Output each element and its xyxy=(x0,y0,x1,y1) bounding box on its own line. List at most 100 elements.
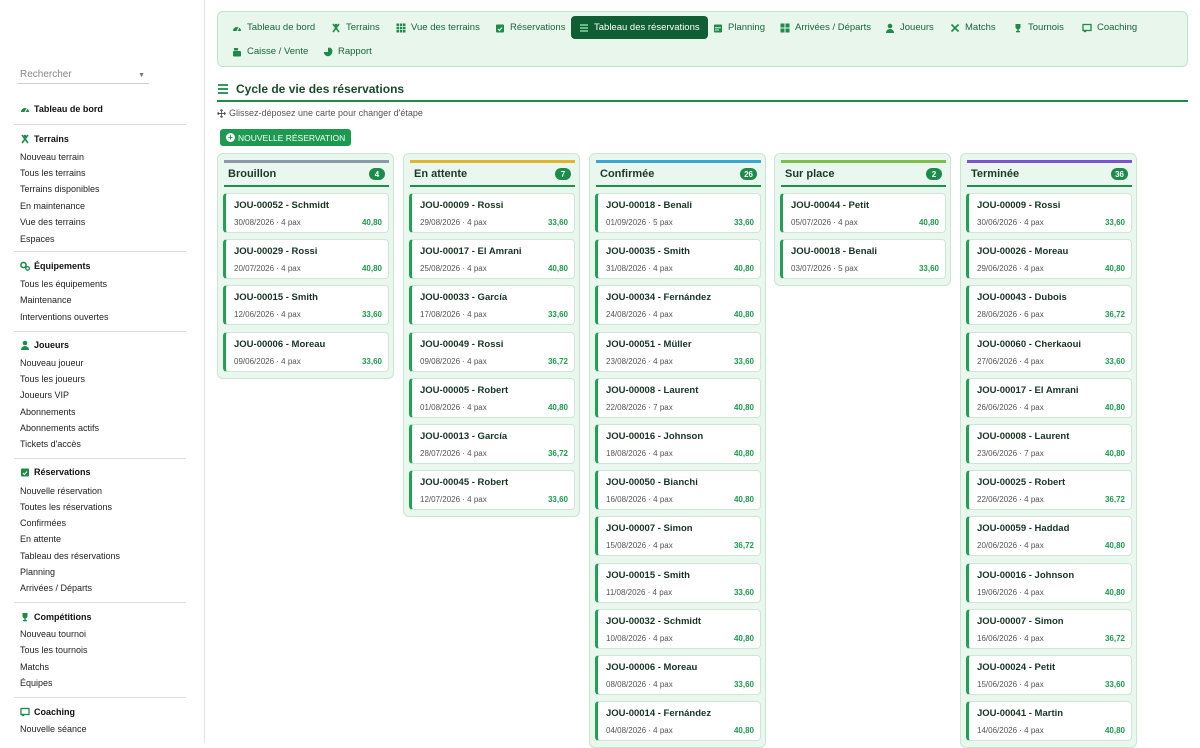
sidebar-item[interactable]: Tickets d'accès xyxy=(20,439,81,449)
reservation-card[interactable]: JOU-00050 - Bianchi 16/08/2026 · 4 pax 40,… xyxy=(595,470,761,511)
sidebar-item[interactable]: En maintenance xyxy=(20,201,85,211)
sidebar-item[interactable]: Espaces xyxy=(20,234,55,244)
reservation-card[interactable]: JOU-00051 - Müller 23/08/2026 · 4 pax 33,6… xyxy=(595,331,761,372)
sidebar-section-equipements[interactable]: Équipements xyxy=(20,261,91,271)
reservation-title: JOU-00008 - Laurent xyxy=(606,384,699,396)
sidebar-item[interactable]: Abonnements xyxy=(20,407,76,417)
reservation-card[interactable]: JOU-00005 - Robert 01/08/2026 · 4 pax 40,8… xyxy=(409,377,575,418)
reservation-card[interactable]: JOU-00044 - Petit 05/07/2026 · 4 pax 40,80 xyxy=(780,193,946,233)
sidebar-item[interactable]: Joueurs VIP xyxy=(20,390,69,400)
reservation-card[interactable]: JOU-00032 - Schmidt 10/08/2026 · 4 pax 40,… xyxy=(595,608,761,649)
kanban-column-0: Brouillon 4 JOU-00052 - Schmidt 30/08/2026 … xyxy=(217,153,394,379)
reservation-card[interactable]: JOU-00017 - El Amrani 26/06/2026 · 4 pax 4… xyxy=(966,377,1132,418)
tab-coaching[interactable]: Coaching xyxy=(1074,17,1145,38)
sidebar-item[interactable]: Nouvelle réservation xyxy=(20,486,102,496)
reservation-card[interactable]: JOU-00009 - Rossi 29/08/2026 · 4 pax 33,60 xyxy=(409,193,575,233)
column-count-badge: 26 xyxy=(740,168,757,180)
reservation-title: JOU-00016 - Johnson xyxy=(977,569,1075,581)
sidebar-item[interactable]: Nouveau tournoi xyxy=(20,629,86,639)
reservation-card[interactable]: JOU-00025 - Robert 22/06/2026 · 4 pax 36,7… xyxy=(966,470,1132,511)
reservation-card[interactable]: JOU-00006 - Moreau 08/08/2026 · 4 pax 33,6… xyxy=(595,655,761,695)
reservation-card[interactable]: JOU-00029 - Rossi 20/07/2026 · 4 pax 40,80 xyxy=(223,239,389,280)
top-navigation: Tableau de bord Terrains Vue des terrain… xyxy=(217,11,1188,67)
sidebar-item[interactable]: Terrains disponibles xyxy=(20,184,100,194)
tab-dashboard[interactable]: Tableau de bord xyxy=(224,17,323,38)
reservation-card[interactable]: JOU-00016 - Johnson 18/08/2026 · 4 pax 40,… xyxy=(595,424,761,464)
tab-rapport[interactable]: Rapport xyxy=(315,41,380,62)
tab-terrains[interactable]: Terrains xyxy=(323,17,388,38)
reservation-title: JOU-00007 - Simon xyxy=(977,615,1064,627)
reservation-card[interactable]: JOU-00014 - Fernández 04/08/2026 · 4 pax 4… xyxy=(595,701,761,742)
sidebar-item[interactable]: Arrivées / Départs xyxy=(20,583,92,593)
sidebar-item-dashboard[interactable]: Tableau de bord xyxy=(20,104,103,114)
sidebar-item[interactable]: Interventions ouvertes xyxy=(20,312,109,322)
reservation-card[interactable]: JOU-00049 - Rossi 09/08/2026 · 4 pax 36,72 xyxy=(409,331,575,372)
reservation-card[interactable]: JOU-00008 - Laurent 23/06/2026 · 7 pax 40,… xyxy=(966,424,1132,464)
tab-reservations[interactable]: Réservations xyxy=(487,17,573,38)
tab-caisse-vente[interactable]: Caisse / Vente xyxy=(224,41,316,62)
reservation-card[interactable]: JOU-00013 - García 28/07/2026 · 4 pax 36,7… xyxy=(409,424,575,464)
reservation-meta: 15/06/2026 · 4 pax xyxy=(977,680,1044,689)
reservation-card[interactable]: JOU-00018 - Benali 03/07/2026 · 5 pax 33,6… xyxy=(780,239,946,280)
sidebar-item[interactable]: Nouveau joueur xyxy=(20,358,84,368)
reservation-card[interactable]: JOU-00017 - El Amrani 25/08/2026 · 4 pax 4… xyxy=(409,239,575,280)
new-reservation-button[interactable]: + NOUVELLE RÉSERVATION xyxy=(220,129,352,146)
reservation-meta: 11/08/2026 · 4 pax xyxy=(606,587,673,597)
drag-hint: Glissez-déposez une carte pour changer d… xyxy=(217,108,423,118)
reservation-card[interactable]: JOU-00009 - Rossi 30/06/2026 · 4 pax 33,60 xyxy=(966,193,1132,233)
reservation-card[interactable]: JOU-00015 - Smith 11/08/2026 · 4 pax 33,60 xyxy=(595,562,761,603)
reservation-card[interactable]: JOU-00015 - Smith 12/06/2026 · 4 pax 33,60 xyxy=(223,285,389,326)
reservation-card[interactable]: JOU-00033 - García 17/08/2026 · 4 pax 33,6… xyxy=(409,285,575,326)
reservation-card[interactable]: JOU-00006 - Moreau 09/06/2026 · 4 pax 33,6… xyxy=(223,331,389,372)
sidebar-item[interactable]: Tous les joueurs xyxy=(20,374,85,384)
sidebar-section-competitions[interactable]: Compétitions xyxy=(20,612,92,622)
search-input[interactable]: Rechercher ▼ xyxy=(17,67,149,84)
sidebar-item[interactable]: Équipes xyxy=(20,678,53,688)
reservation-card[interactable]: JOU-00059 - Haddad 20/06/2026 · 4 pax 40,8… xyxy=(966,516,1132,557)
sidebar-section-coaching[interactable]: Coaching xyxy=(20,707,75,717)
sidebar-item[interactable]: Confirmées xyxy=(20,518,66,528)
tab-tableau-reservations[interactable]: Tableau des réservations xyxy=(571,16,708,39)
reservation-amount: 36,72 xyxy=(1104,495,1125,505)
tab-vue-terrains[interactable]: Vue des terrains xyxy=(388,17,488,38)
reservation-card[interactable]: JOU-00016 - Johnson 19/06/2026 · 4 pax 40,… xyxy=(966,562,1132,603)
sidebar-item[interactable]: Planning xyxy=(20,567,55,577)
reservation-meta: 16/06/2026 · 4 pax xyxy=(977,633,1044,643)
reservation-card[interactable]: JOU-00052 - Schmidt 30/08/2026 · 4 pax 40,… xyxy=(223,193,389,233)
sidebar-item[interactable]: Tous les équipements xyxy=(20,279,107,289)
sidebar-item[interactable]: Tous les terrains xyxy=(20,168,86,178)
tab-tournois[interactable]: Tournois xyxy=(1005,17,1072,38)
tab-matchs[interactable]: Matchs xyxy=(942,17,1004,38)
reservation-card[interactable]: JOU-00024 - Petit 15/06/2026 · 4 pax 33,60 xyxy=(966,655,1132,695)
tab-arrivees-departs[interactable]: Arrivées / Départs xyxy=(772,17,879,38)
tab-joueurs[interactable]: Joueurs xyxy=(877,17,942,38)
sidebar-item[interactable]: Nouvelle séance xyxy=(20,724,87,734)
reservation-card[interactable]: JOU-00008 - Laurent 22/08/2026 · 7 pax 40,… xyxy=(595,377,761,418)
reservation-card[interactable]: JOU-00035 - Smith 31/08/2026 · 4 pax 40,80 xyxy=(595,239,761,280)
reservation-card[interactable]: JOU-00018 - Benali 01/09/2026 · 5 pax 33,6… xyxy=(595,193,761,233)
sidebar-section-reservations[interactable]: Réservations xyxy=(20,467,91,477)
reservation-card[interactable]: JOU-00045 - Robert 12/07/2026 · 4 pax 33,6… xyxy=(409,470,575,511)
tab-planning[interactable]: Planning xyxy=(705,17,773,38)
reservation-card[interactable]: JOU-00041 - Martin 14/06/2026 · 4 pax 40,8… xyxy=(966,701,1132,742)
sidebar-item[interactable]: Tous les tournois xyxy=(20,645,88,655)
reservation-title: JOU-00044 - Petit xyxy=(791,200,870,211)
reservation-card[interactable]: JOU-00007 - Simon 16/06/2026 · 4 pax 36,72 xyxy=(966,608,1132,649)
sidebar-item[interactable]: Maintenance xyxy=(20,295,72,305)
sidebar-section-joueurs[interactable]: Joueurs xyxy=(20,340,69,350)
sidebar-item[interactable]: Vue des terrains xyxy=(20,217,85,227)
sidebar-item[interactable]: En attente xyxy=(20,534,61,544)
sidebar-item[interactable]: Nouveau terrain xyxy=(20,152,84,162)
sidebar-item[interactable]: Toutes les réservations xyxy=(20,502,112,512)
reservation-card[interactable]: JOU-00043 - Dubois 28/06/2026 · 6 pax 36,7… xyxy=(966,285,1132,326)
sidebar-item[interactable]: Abonnements actifs xyxy=(20,423,99,433)
sidebar-section-terrains[interactable]: Terrains xyxy=(20,134,69,144)
reservation-card[interactable]: JOU-00026 - Moreau 29/06/2026 · 4 pax 40,8… xyxy=(966,239,1132,280)
reservation-card[interactable]: JOU-00034 - Fernández 24/08/2026 · 4 pax 4… xyxy=(595,285,761,326)
chevron-down-icon[interactable]: ▼ xyxy=(138,68,145,84)
plus-circle-icon: + xyxy=(226,133,235,142)
reservation-card[interactable]: JOU-00007 - Simon 15/08/2026 · 4 pax 36,72 xyxy=(595,516,761,557)
reservation-card[interactable]: JOU-00060 - Cherkaoui 27/06/2026 · 4 pax 3… xyxy=(966,331,1132,372)
sidebar-item[interactable]: Tableau des réservations xyxy=(20,551,120,561)
sidebar-item[interactable]: Matchs xyxy=(20,662,49,672)
